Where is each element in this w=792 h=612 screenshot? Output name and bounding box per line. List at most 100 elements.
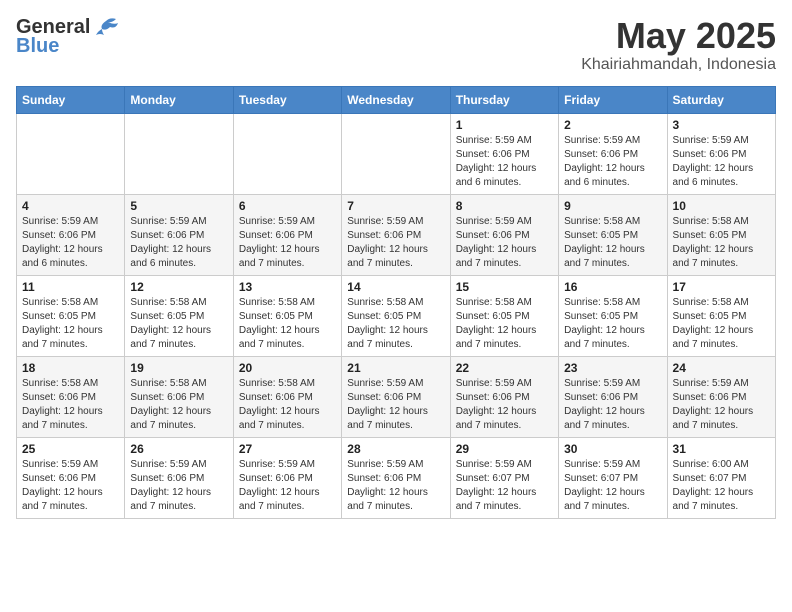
calendar-cell: 14 Sunrise: 5:58 AM Sunset: 6:05 PM Dayli…: [342, 275, 450, 356]
day-number: 11: [22, 280, 119, 294]
day-info: Sunrise: 5:59 AM Sunset: 6:06 PM Dayligh…: [673, 134, 770, 190]
day-number: 24: [673, 361, 770, 375]
weekday-header: Wednesday: [342, 86, 450, 113]
calendar-cell: 30 Sunrise: 5:59 AM Sunset: 6:07 PM Dayli…: [559, 437, 667, 518]
day-number: 1: [456, 118, 553, 132]
calendar-cell: 21 Sunrise: 5:59 AM Sunset: 6:06 PM Dayli…: [342, 356, 450, 437]
calendar-cell: 13Sunrise: 5:58 AM Sunset: 6:05 PM Dayli…: [233, 275, 341, 356]
day-info: Sunrise: 5:58 AM Sunset: 6:05 PM Dayligh…: [564, 215, 661, 271]
day-info: Sunrise: 5:58 AM Sunset: 6:05 PM Dayligh…: [130, 296, 227, 352]
day-info: Sunrise: 5:58 AM Sunset: 6:05 PM Dayligh…: [347, 296, 444, 352]
logo-blue-text: Blue: [16, 35, 59, 58]
day-info: Sunrise: 5:59 AM Sunset: 6:06 PM Dayligh…: [347, 215, 444, 271]
day-number: 2: [564, 118, 661, 132]
day-info: Sunrise: 5:59 AM Sunset: 6:06 PM Dayligh…: [456, 134, 553, 190]
day-number: 4: [22, 199, 119, 213]
day-info: Sunrise: 5:59 AM Sunset: 6:06 PM Dayligh…: [22, 215, 119, 271]
logo-bird-icon: [92, 17, 120, 39]
day-info: Sunrise: 5:59 AM Sunset: 6:06 PM Dayligh…: [456, 377, 553, 433]
day-number: 23: [564, 361, 661, 375]
day-info: Sunrise: 5:59 AM Sunset: 6:06 PM Dayligh…: [673, 377, 770, 433]
page-header: General Blue May 2025 Khairiahmandah, In…: [16, 16, 776, 74]
calendar-cell: 2 Sunrise: 5:59 AM Sunset: 6:06 PM Daylig…: [559, 113, 667, 194]
day-info: Sunrise: 5:59 AM Sunset: 6:06 PM Dayligh…: [564, 377, 661, 433]
calendar-week-row: 25 Sunrise: 5:59 AM Sunset: 6:06 PM Dayli…: [17, 437, 776, 518]
day-info: Sunrise: 5:58 AM Sunset: 6:06 PM Dayligh…: [22, 377, 119, 433]
day-info: Sunrise: 5:59 AM Sunset: 6:06 PM Dayligh…: [456, 215, 553, 271]
day-info: Sunrise: 5:59 AM Sunset: 6:06 PM Dayligh…: [239, 458, 336, 514]
calendar-week-row: 18 Sunrise: 5:58 AM Sunset: 6:06 PM Dayli…: [17, 356, 776, 437]
day-number: 26: [130, 442, 227, 456]
day-number: 5: [130, 199, 227, 213]
day-info: Sunrise: 5:59 AM Sunset: 6:06 PM Dayligh…: [347, 458, 444, 514]
calendar-table: SundayMondayTuesdayWednesdayThursdayFrid…: [16, 86, 776, 519]
calendar-cell: [342, 113, 450, 194]
day-number: 8: [456, 199, 553, 213]
calendar-cell: 12 Sunrise: 5:58 AM Sunset: 6:05 PM Dayli…: [125, 275, 233, 356]
weekday-header: Tuesday: [233, 86, 341, 113]
day-number: 20: [239, 361, 336, 375]
day-number: 28: [347, 442, 444, 456]
calendar-cell: 4 Sunrise: 5:59 AM Sunset: 6:06 PM Daylig…: [17, 194, 125, 275]
calendar-cell: 23 Sunrise: 5:59 AM Sunset: 6:06 PM Dayli…: [559, 356, 667, 437]
title-block: May 2025 Khairiahmandah, Indonesia: [581, 16, 776, 74]
day-number: 30: [564, 442, 661, 456]
day-info: Sunrise: 5:59 AM Sunset: 6:07 PM Dayligh…: [456, 458, 553, 514]
calendar-cell: [125, 113, 233, 194]
day-number: 19: [130, 361, 227, 375]
calendar-cell: 26 Sunrise: 5:59 AM Sunset: 6:06 PM Dayli…: [125, 437, 233, 518]
day-info: Sunrise: 5:59 AM Sunset: 6:06 PM Dayligh…: [22, 458, 119, 514]
calendar-cell: 17Sunrise: 5:58 AM Sunset: 6:05 PM Dayli…: [667, 275, 775, 356]
day-number: 21: [347, 361, 444, 375]
calendar-cell: 25 Sunrise: 5:59 AM Sunset: 6:06 PM Dayli…: [17, 437, 125, 518]
day-number: 29: [456, 442, 553, 456]
calendar-cell: 10 Sunrise: 5:58 AM Sunset: 6:05 PM Dayli…: [667, 194, 775, 275]
calendar-cell: 7Sunrise: 5:59 AM Sunset: 6:06 PM Daylig…: [342, 194, 450, 275]
day-info: Sunrise: 5:59 AM Sunset: 6:06 PM Dayligh…: [347, 377, 444, 433]
day-info: Sunrise: 5:59 AM Sunset: 6:07 PM Dayligh…: [564, 458, 661, 514]
calendar-cell: 27 Sunrise: 5:59 AM Sunset: 6:06 PM Dayli…: [233, 437, 341, 518]
day-info: Sunrise: 5:58 AM Sunset: 6:05 PM Dayligh…: [673, 296, 770, 352]
calendar-cell: 22Sunrise: 5:59 AM Sunset: 6:06 PM Dayli…: [450, 356, 558, 437]
calendar-cell: 16 Sunrise: 5:58 AM Sunset: 6:05 PM Dayli…: [559, 275, 667, 356]
day-number: 16: [564, 280, 661, 294]
calendar-cell: [233, 113, 341, 194]
weekday-header: Monday: [125, 86, 233, 113]
day-number: 3: [673, 118, 770, 132]
day-number: 10: [673, 199, 770, 213]
logo: General Blue: [16, 16, 120, 58]
day-info: Sunrise: 5:59 AM Sunset: 6:06 PM Dayligh…: [130, 458, 227, 514]
calendar-cell: 6 Sunrise: 5:59 AM Sunset: 6:06 PM Daylig…: [233, 194, 341, 275]
calendar-cell: 9 Sunrise: 5:58 AM Sunset: 6:05 PM Daylig…: [559, 194, 667, 275]
calendar-cell: 18 Sunrise: 5:58 AM Sunset: 6:06 PM Dayli…: [17, 356, 125, 437]
calendar-cell: 1 Sunrise: 5:59 AM Sunset: 6:06 PM Daylig…: [450, 113, 558, 194]
calendar-cell: 31Sunrise: 6:00 AM Sunset: 6:07 PM Dayli…: [667, 437, 775, 518]
calendar-week-row: 11 Sunrise: 5:58 AM Sunset: 6:05 PM Dayli…: [17, 275, 776, 356]
day-info: Sunrise: 5:58 AM Sunset: 6:05 PM Dayligh…: [22, 296, 119, 352]
calendar-cell: 19Sunrise: 5:58 AM Sunset: 6:06 PM Dayli…: [125, 356, 233, 437]
day-number: 25: [22, 442, 119, 456]
day-number: 14: [347, 280, 444, 294]
day-info: Sunrise: 5:59 AM Sunset: 6:06 PM Dayligh…: [564, 134, 661, 190]
day-number: 15: [456, 280, 553, 294]
calendar-cell: 29 Sunrise: 5:59 AM Sunset: 6:07 PM Dayli…: [450, 437, 558, 518]
day-number: 9: [564, 199, 661, 213]
calendar-cell: 24 Sunrise: 5:59 AM Sunset: 6:06 PM Dayli…: [667, 356, 775, 437]
day-info: Sunrise: 5:58 AM Sunset: 6:05 PM Dayligh…: [564, 296, 661, 352]
calendar-cell: 8 Sunrise: 5:59 AM Sunset: 6:06 PM Daylig…: [450, 194, 558, 275]
day-number: 6: [239, 199, 336, 213]
day-number: 18: [22, 361, 119, 375]
day-info: Sunrise: 5:58 AM Sunset: 6:05 PM Dayligh…: [673, 215, 770, 271]
weekday-header: Sunday: [17, 86, 125, 113]
calendar-week-row: 1 Sunrise: 5:59 AM Sunset: 6:06 PM Daylig…: [17, 113, 776, 194]
day-number: 12: [130, 280, 227, 294]
day-info: Sunrise: 5:58 AM Sunset: 6:05 PM Dayligh…: [456, 296, 553, 352]
calendar-week-row: 4 Sunrise: 5:59 AM Sunset: 6:06 PM Daylig…: [17, 194, 776, 275]
calendar-cell: 3 Sunrise: 5:59 AM Sunset: 6:06 PM Daylig…: [667, 113, 775, 194]
calendar-cell: 11 Sunrise: 5:58 AM Sunset: 6:05 PM Dayli…: [17, 275, 125, 356]
day-number: 27: [239, 442, 336, 456]
day-info: Sunrise: 5:58 AM Sunset: 6:05 PM Dayligh…: [239, 296, 336, 352]
calendar-cell: 28 Sunrise: 5:59 AM Sunset: 6:06 PM Dayli…: [342, 437, 450, 518]
day-info: Sunrise: 5:59 AM Sunset: 6:06 PM Dayligh…: [239, 215, 336, 271]
day-info: Sunrise: 5:59 AM Sunset: 6:06 PM Dayligh…: [130, 215, 227, 271]
